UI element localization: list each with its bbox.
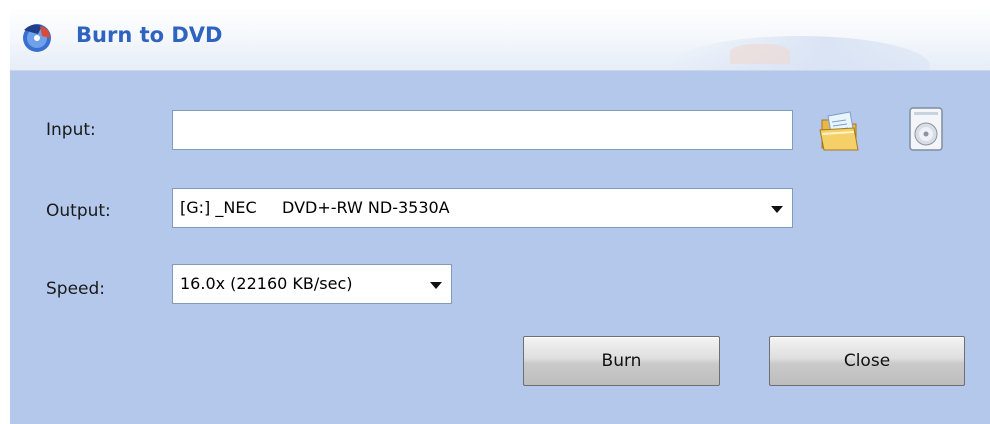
burn-button[interactable]: Burn: [523, 336, 720, 386]
window-title: Burn to DVD: [76, 23, 223, 47]
chevron-down-icon[interactable]: [762, 189, 792, 227]
speed-label: Speed:: [46, 279, 106, 299]
open-folder-icon[interactable]: [816, 104, 862, 156]
input-label: Input:: [46, 120, 96, 140]
title-bar-decoration-accent: [730, 44, 790, 64]
output-drive-value: [G:] _NEC DVD+-RW ND-3530A: [180, 198, 450, 217]
dvd-burn-app-icon: [23, 24, 51, 52]
burn-to-dvd-window: Burn to DVD Input: Output: [G:] _NEC DVD…: [10, 8, 990, 424]
output-drive-dropdown[interactable]: [G:] _NEC DVD+-RW ND-3530A: [172, 188, 793, 228]
disc-image-icon[interactable]: [904, 104, 950, 156]
close-button[interactable]: Close: [769, 336, 965, 386]
input-field[interactable]: [172, 110, 793, 150]
chevron-down-icon[interactable]: [421, 265, 451, 303]
speed-dropdown[interactable]: 16.0x (22160 KB/sec): [172, 264, 452, 304]
speed-value: 16.0x (22160 KB/sec): [180, 274, 353, 293]
output-label: Output:: [46, 201, 111, 221]
title-bar-decoration: [670, 36, 930, 70]
title-bar: Burn to DVD: [10, 8, 990, 71]
